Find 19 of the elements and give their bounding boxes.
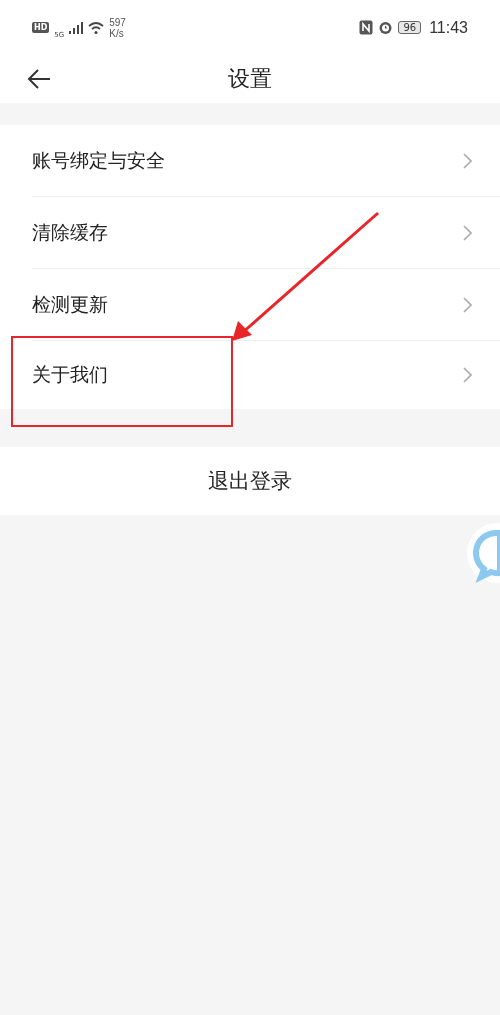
battery-indicator: 96 — [398, 21, 422, 34]
chevron-icon — [463, 152, 472, 169]
back-arrow-icon[interactable] — [27, 68, 51, 90]
page-title: 设置 — [228, 65, 272, 93]
signal-icon — [69, 21, 84, 34]
chevron-icon — [463, 296, 472, 313]
chevron-icon — [463, 224, 472, 241]
speed-unit: K/s — [109, 27, 125, 39]
settings-item[interactable]: 账号绑定与安全 — [32, 125, 500, 197]
alarm-icon — [378, 20, 394, 35]
hd-badge: HD — [32, 22, 50, 33]
settings-item[interactable]: 关于我们 — [32, 341, 500, 409]
speed-value: 597 — [109, 16, 126, 28]
status-time: 11:43 — [429, 18, 468, 37]
logout-button[interactable]: 退出登录 — [0, 447, 500, 515]
nfc-icon — [359, 20, 374, 35]
chevron-icon — [463, 367, 472, 383]
settings-item[interactable]: 清除缓存 — [32, 197, 500, 269]
wifi-icon — [88, 21, 105, 34]
